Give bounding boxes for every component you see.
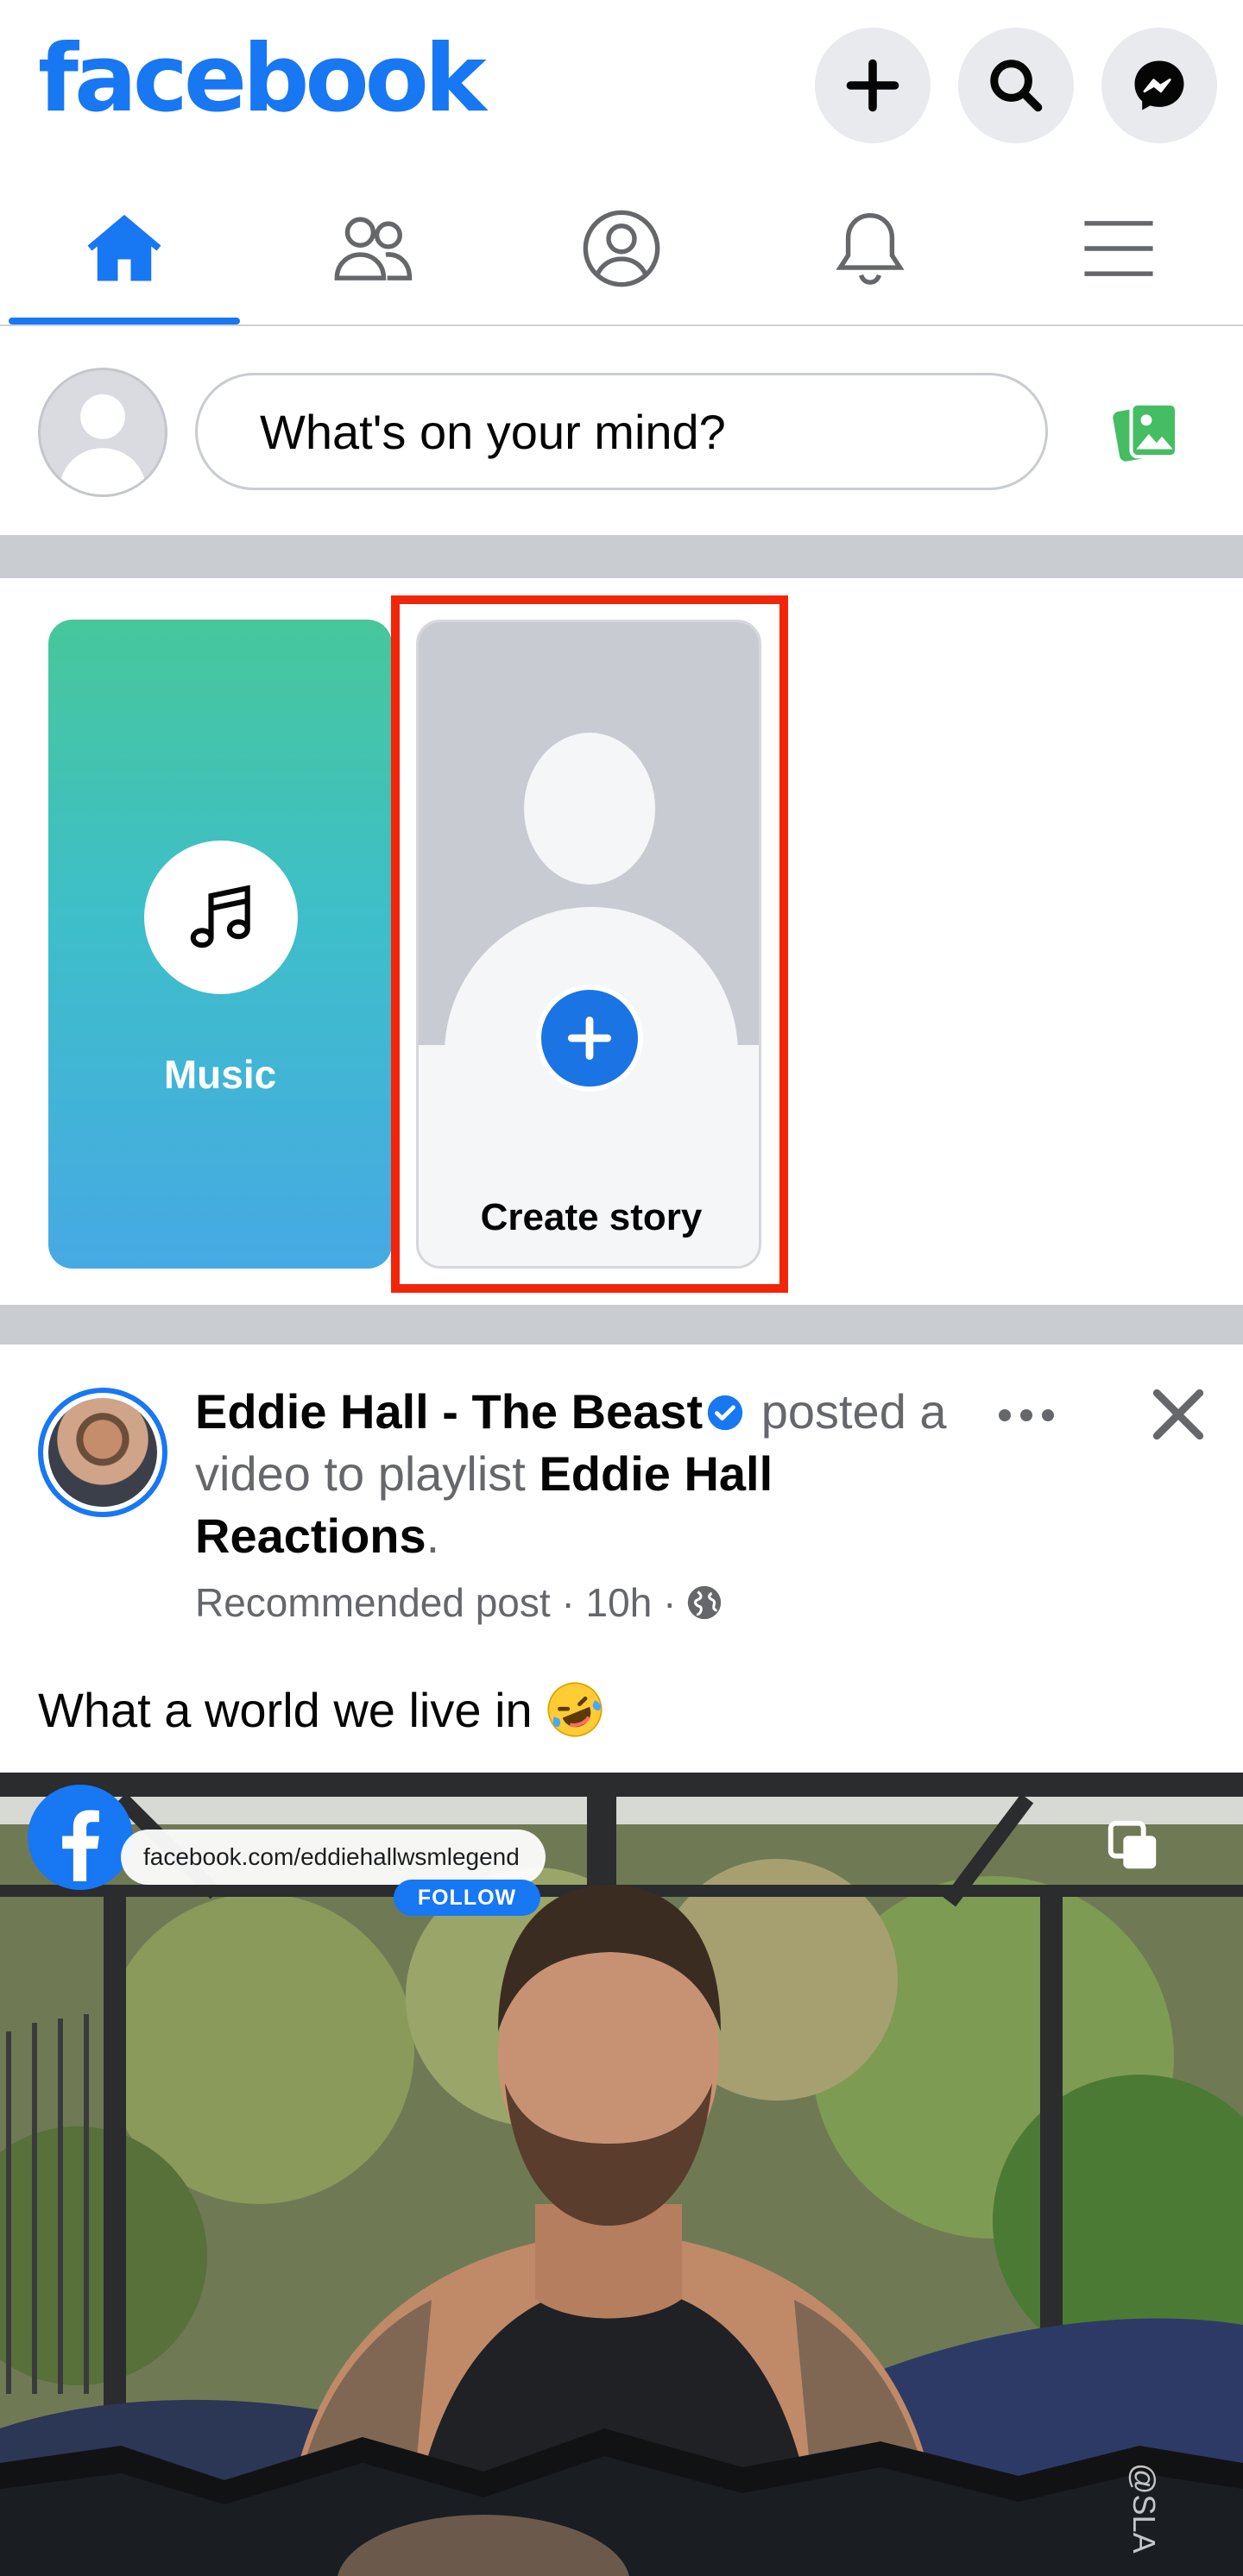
section-divider xyxy=(0,1305,1243,1345)
top-bar: facebook xyxy=(0,0,1243,173)
post-author-avatar[interactable] xyxy=(38,1388,167,1517)
plus-icon xyxy=(567,1016,612,1061)
rolling-on-floor-laughing-emoji-icon xyxy=(547,1682,603,1737)
feed-post: Eddie Hall - The Beast posted a video to… xyxy=(0,1345,1243,2576)
search-icon xyxy=(990,60,1043,112)
post-text: What a world we live in xyxy=(38,1682,533,1737)
author-photo xyxy=(48,1398,157,1507)
search-button[interactable] xyxy=(958,28,1074,143)
create-story-avatar-area xyxy=(419,622,759,1045)
story-music-card[interactable]: Music xyxy=(48,620,392,1269)
post-body: What a world we live in xyxy=(38,1679,605,1740)
messenger-icon xyxy=(1134,60,1184,110)
page-url-pill: facebook.com/eddiehallwsmlegend xyxy=(121,1830,546,1885)
avatar-head xyxy=(524,733,655,885)
messenger-button[interactable] xyxy=(1101,28,1217,143)
tab-notifications[interactable] xyxy=(746,173,994,324)
create-story-card[interactable]: Create story xyxy=(416,620,761,1269)
post-author-name[interactable]: Eddie Hall - The Beast xyxy=(195,1384,703,1439)
multiple-media-icon xyxy=(1107,1820,1157,1869)
video-watermark: @SLA xyxy=(1126,2463,1162,2554)
story-music-label: Music xyxy=(163,1052,277,1097)
period: . xyxy=(426,1508,440,1563)
tab-home[interactable] xyxy=(0,173,249,324)
default-avatar-icon xyxy=(59,394,147,494)
hamburger-icon xyxy=(1084,221,1153,276)
plus-icon xyxy=(846,59,899,112)
bell-icon xyxy=(836,212,905,285)
post-header-text: Eddie Hall - The Beast posted a video to… xyxy=(195,1381,989,1567)
tab-profile[interactable] xyxy=(497,173,746,324)
post-video[interactable]: facebook.com/eddiehallwsmlegend FOLLOW @… xyxy=(0,1773,1243,2576)
tab-friends[interactable] xyxy=(249,173,497,324)
main-nav xyxy=(0,173,1243,326)
post-meta-text: Recommended post · 10h · xyxy=(195,1580,677,1625)
user-avatar[interactable] xyxy=(38,368,167,497)
home-icon xyxy=(87,214,161,281)
video-follow-button[interactable]: FOLLOW xyxy=(394,1880,540,1916)
globe-icon xyxy=(688,1585,722,1620)
close-icon[interactable] xyxy=(1148,1384,1208,1445)
music-circle xyxy=(144,841,298,994)
friends-icon xyxy=(334,217,413,280)
create-button[interactable] xyxy=(815,28,931,143)
create-story-label: Create story xyxy=(480,1196,703,1238)
more-options-icon[interactable] xyxy=(996,1405,1057,1426)
post-composer: What's on your mind? xyxy=(0,328,1243,535)
photo-icon[interactable] xyxy=(1110,399,1183,464)
post-meta: Recommended post · 10h · xyxy=(195,1579,724,1626)
music-note-icon xyxy=(190,885,250,948)
whats-on-your-mind-input[interactable]: What's on your mind? xyxy=(195,373,1048,490)
profile-icon xyxy=(583,210,660,287)
facebook-logo[interactable]: facebook xyxy=(38,33,487,126)
facebook-f-icon xyxy=(28,1785,133,1890)
video-thumbnail xyxy=(0,1773,1243,2576)
verified-badge-icon xyxy=(707,1395,743,1431)
active-tab-indicator xyxy=(9,318,240,324)
stories-tray: Music Create story xyxy=(0,578,1243,1303)
create-story-button[interactable] xyxy=(536,985,643,1092)
tab-menu[interactable] xyxy=(994,173,1243,324)
section-divider xyxy=(0,535,1243,578)
